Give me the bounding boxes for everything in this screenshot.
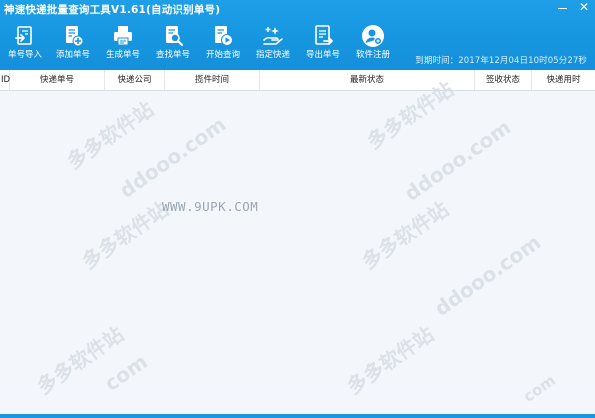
watermark-site-name: 多多软件站 <box>77 196 173 274</box>
watermark-center: WWW.9UPK.COM <box>162 199 259 214</box>
close-button[interactable]: ✕ <box>573 0 595 14</box>
minimize-icon <box>557 8 567 9</box>
toolbar-label: 生成单号 <box>105 50 140 60</box>
register-software-button[interactable]: 软件注册 <box>350 22 396 68</box>
toolbar-label: 软件注册 <box>355 50 390 60</box>
column-header-courier-company[interactable]: 快递公司 <box>105 70 165 90</box>
toolbar-label: 单号导入 <box>7 50 42 60</box>
minimize-button[interactable] <box>551 0 573 14</box>
find-number-button[interactable]: 查找单号 <box>150 22 196 68</box>
column-header-sign-status[interactable]: 签收状态 <box>475 70 532 90</box>
import-icon <box>15 26 32 45</box>
column-header-pickup-time[interactable]: 揽件时间 <box>165 70 260 90</box>
watermark-site-short: com <box>520 371 559 406</box>
column-header-id[interactable]: ID <box>0 70 10 90</box>
column-header-tracking-number[interactable]: 快递单号 <box>10 70 105 90</box>
table-body[interactable]: 多多软件站 ddooo.com 多多软件站 ddooo.com 多多软件站 多多… <box>0 77 595 414</box>
bottom-border <box>0 414 595 418</box>
watermark-site: ddooo.com <box>400 114 516 206</box>
watermark-site-name: 多多软件站 <box>357 196 453 274</box>
watermark-site-name: 多多软件站 <box>342 321 438 399</box>
column-header-delivery-duration[interactable]: 快递用时 <box>532 70 595 90</box>
expiry-time-label: 到期时间：2017年12月04日10时05分27秒 <box>415 56 587 66</box>
toolbar-label: 开始查询 <box>205 50 240 60</box>
close-icon: ✕ <box>578 0 590 14</box>
export-document-icon <box>315 25 333 45</box>
start-query-button[interactable]: 开始查询 <box>200 22 246 68</box>
table-header: ID 快递单号 快递公司 揽件时间 最新状态 签收状态 快递用时 <box>0 70 595 91</box>
user-register-icon <box>362 25 384 47</box>
hand-select-icon <box>263 27 283 45</box>
add-document-icon <box>66 26 84 47</box>
toolbar-label: 指定快递 <box>255 50 290 60</box>
generate-number-button[interactable]: 生成单号 <box>100 22 146 68</box>
toolbar-label: 导出单号 <box>305 50 340 60</box>
title-bar-toolbar: 神速快递批量查询工具V1.61(自动识别单号) ✕ 单号导入 添加单号 生成单号… <box>0 0 595 70</box>
window-controls: ✕ <box>551 0 595 14</box>
export-numbers-button[interactable]: 导出单号 <box>300 22 346 68</box>
import-numbers-button[interactable]: 单号导入 <box>2 22 48 68</box>
toolbar-label: 查找单号 <box>155 50 190 60</box>
watermark-site: ddooo.com <box>430 229 546 321</box>
printer-icon <box>114 26 132 46</box>
search-document-icon <box>166 26 183 46</box>
toolbar-label: 添加单号 <box>55 50 90 60</box>
play-document-icon <box>215 26 233 46</box>
window-title: 神速快递批量查询工具V1.61(自动识别单号) <box>4 4 221 16</box>
specify-courier-button[interactable]: 指定快递 <box>250 22 296 68</box>
add-number-button[interactable]: 添加单号 <box>50 22 96 68</box>
